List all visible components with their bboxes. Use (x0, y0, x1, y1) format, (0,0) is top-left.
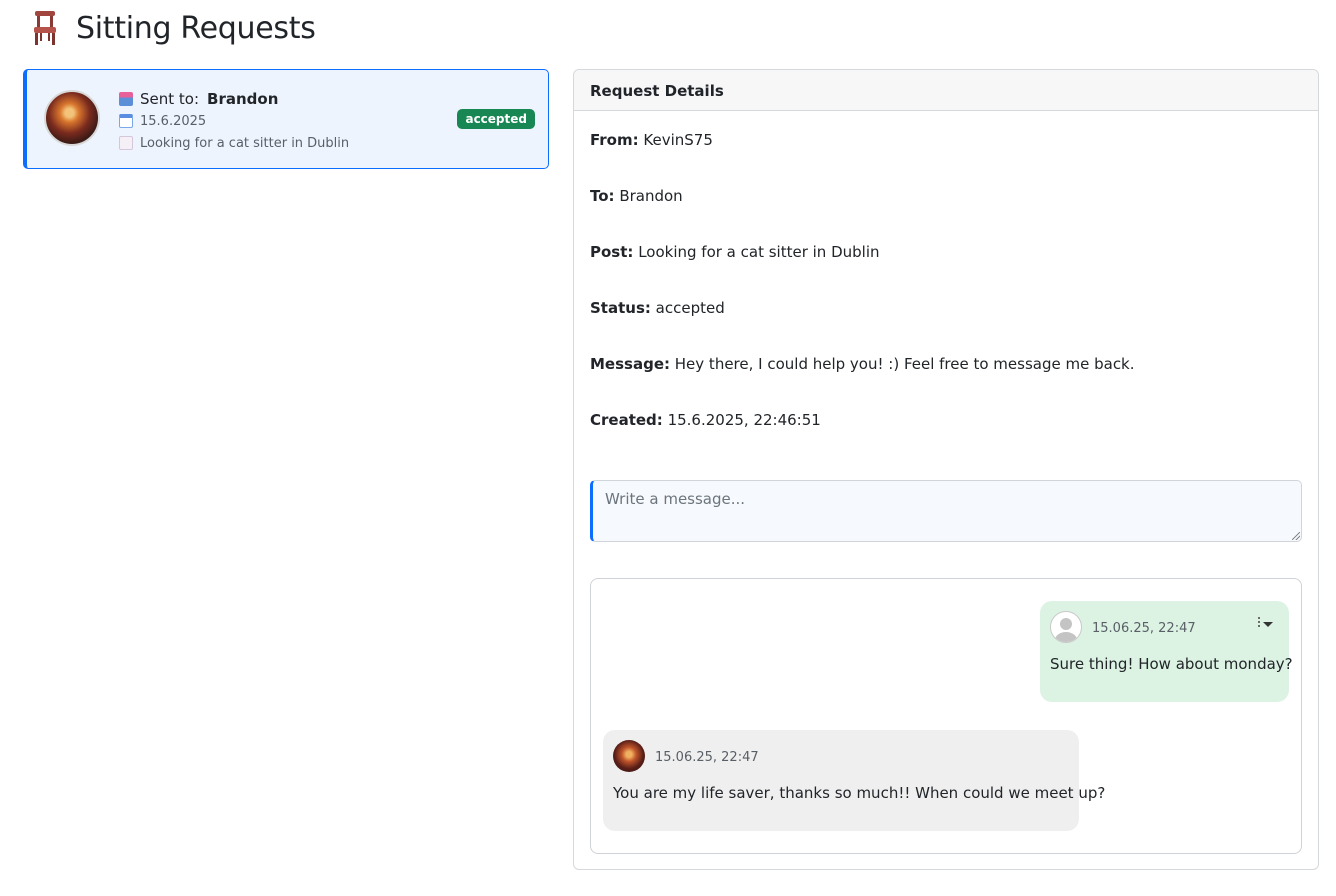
message-timestamp: 15.06.25, 22:47 (655, 750, 759, 765)
request-card-body: Sent to: Brandon 15.6.2025 Looking for a… (119, 88, 349, 154)
detail-to: To: Brandon (590, 187, 683, 205)
message-timestamp: 15.06.25, 22:47 (1092, 621, 1196, 636)
user-avatar-icon (1050, 611, 1082, 643)
detail-created: Created: 15.6.2025, 22:46:51 (590, 411, 821, 429)
outbox-icon (119, 92, 133, 106)
chat-thread: 15.06.25, 22:47 Sure thing! How about mo… (590, 578, 1302, 854)
chat-message-mine: 15.06.25, 22:47 Sure thing! How about mo… (1040, 601, 1293, 702)
request-date: 15.6.2025 (140, 113, 207, 129)
detail-status: Status: accepted (590, 299, 725, 317)
avatar (613, 740, 645, 772)
detail-from: From: KevinS75 (590, 131, 713, 149)
message-text: You are my life saver, thanks so much!! … (613, 784, 1106, 802)
detail-post: Post: Looking for a cat sitter in Dublin (590, 243, 880, 261)
chevron-down-icon[interactable] (1263, 622, 1273, 627)
request-post: Looking for a cat sitter in Dublin (140, 135, 350, 151)
document-icon (119, 136, 133, 150)
message-text: Sure thing! How about monday? (1050, 655, 1293, 673)
recipient-name: Brandon (207, 90, 279, 108)
status-badge: accepted (457, 109, 535, 129)
page-title: Sitting Requests (76, 10, 316, 46)
message-input[interactable] (590, 480, 1302, 542)
panel-header: Request Details (574, 70, 1318, 111)
avatar (44, 90, 100, 146)
resize-handle[interactable] (1292, 532, 1300, 540)
detail-message: Message: Hey there, I could help you! :)… (590, 355, 1135, 373)
calendar-icon (119, 114, 133, 128)
request-card[interactable]: Sent to: Brandon 15.6.2025 Looking for a… (23, 69, 549, 169)
chat-message-other: 15.06.25, 22:47 You are my life saver, t… (603, 730, 1105, 831)
sent-to-label: Sent to: (140, 90, 200, 108)
request-details-panel: Request Details From: KevinS75 To: Brand… (573, 69, 1319, 870)
chair-icon (34, 11, 56, 45)
page-header: Sitting Requests (30, 8, 316, 48)
more-options-icon[interactable] (1257, 617, 1261, 631)
